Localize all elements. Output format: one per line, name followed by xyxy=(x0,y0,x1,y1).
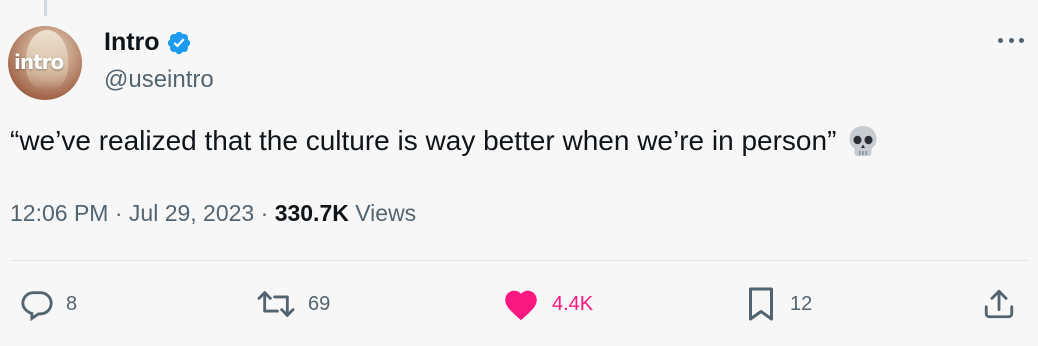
display-name[interactable]: Intro xyxy=(104,28,160,57)
verified-badge-icon[interactable] xyxy=(166,30,192,56)
avatar[interactable]: intro xyxy=(8,26,82,100)
repost-icon xyxy=(256,287,296,321)
share-button[interactable] xyxy=(982,284,1016,324)
tweet-time[interactable]: 12:06 PM xyxy=(10,200,108,227)
reply-button[interactable]: 8 xyxy=(20,284,77,324)
meta-separator: · xyxy=(108,200,129,226)
divider xyxy=(10,260,1028,261)
avatar-logo-text: intro xyxy=(14,50,64,74)
repost-button[interactable]: 69 xyxy=(256,284,330,324)
more-dot-icon xyxy=(1008,37,1014,43)
bookmark-button[interactable]: 12 xyxy=(744,284,812,324)
repost-count: 69 xyxy=(308,292,331,315)
more-options-icon[interactable] xyxy=(998,36,1024,44)
tweet-body: “we’ve realized that the culture is way … xyxy=(10,125,837,156)
reply-icon xyxy=(20,287,54,321)
thread-connector-line xyxy=(44,0,47,16)
heart-icon xyxy=(502,287,540,321)
reply-count: 8 xyxy=(66,292,78,315)
more-dot-icon xyxy=(998,37,1003,43)
bookmark-icon xyxy=(744,286,778,322)
views-label[interactable]: Views xyxy=(349,200,416,227)
tweet-date[interactable]: Jul 29, 2023 xyxy=(129,200,254,227)
meta-separator: · xyxy=(254,200,275,226)
share-icon xyxy=(982,287,1016,321)
tweet-text: “we’ve realized that the culture is way … xyxy=(10,124,880,158)
views-count[interactable]: 330.7K xyxy=(275,200,349,227)
tweet-meta: 12:06 PM · Jul 29, 2023 · 330.7K Views xyxy=(10,200,416,227)
skull-emoji-icon xyxy=(846,124,880,158)
like-button[interactable]: 4.4K xyxy=(502,284,593,324)
bookmark-count: 12 xyxy=(790,292,813,315)
author-handle[interactable]: @useintro xyxy=(104,66,214,94)
author-name-row: Intro xyxy=(104,28,192,57)
like-count: 4.4K xyxy=(552,292,594,315)
more-dot-icon xyxy=(1019,37,1024,43)
